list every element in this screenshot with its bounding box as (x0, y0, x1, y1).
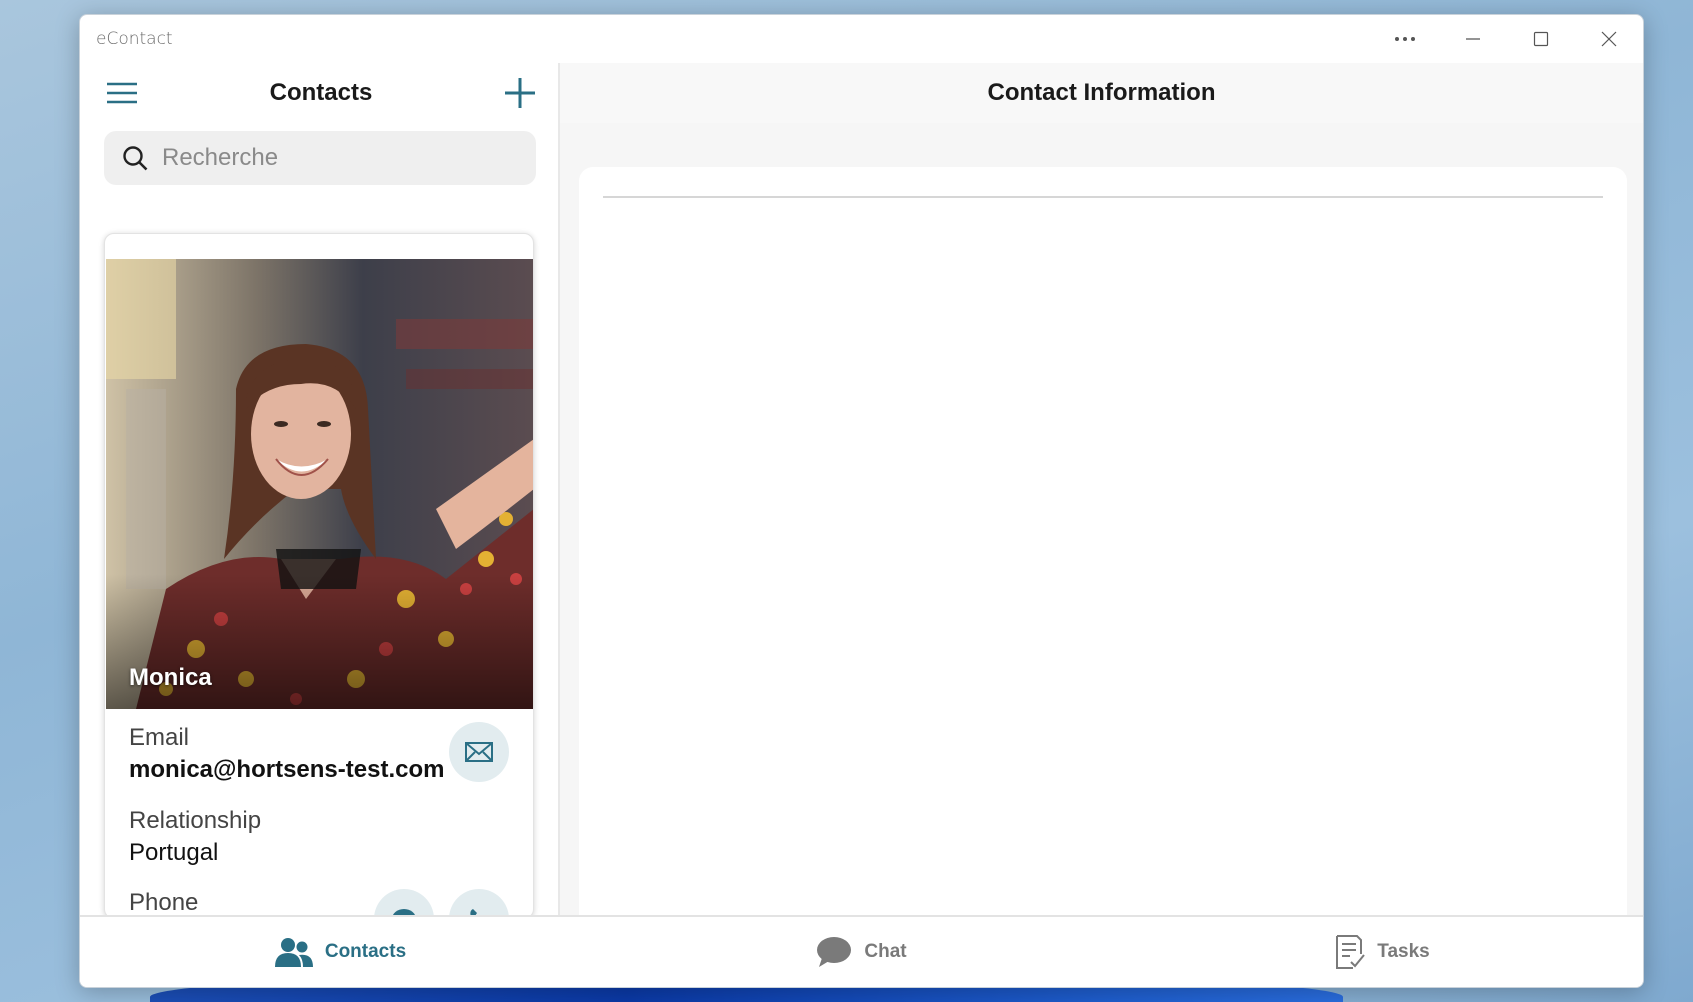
minimize-button[interactable] (1439, 15, 1507, 63)
maximize-button[interactable] (1507, 15, 1575, 63)
contact-card[interactable]: Monica Email monica@hortsens-test.com Re… (104, 233, 534, 919)
email-field: Email monica@hortsens-test.com (129, 724, 444, 784)
close-button[interactable] (1575, 15, 1643, 63)
contacts-title: Contacts (269, 79, 373, 106)
contact-name: Monica (129, 664, 212, 691)
contacts-header: Contacts (80, 63, 558, 123)
tab-chat-label: Chat (864, 941, 907, 962)
tab-tasks[interactable]: Tasks (1122, 917, 1643, 987)
mail-icon (465, 742, 493, 762)
more-options-button[interactable] (1371, 15, 1439, 63)
tab-tasks-label: Tasks (1377, 941, 1430, 962)
minimize-icon (1466, 38, 1480, 40)
relationship-field: Relationship Portugal (129, 807, 261, 867)
add-contact-button[interactable] (502, 75, 538, 111)
send-email-button[interactable] (449, 722, 509, 782)
ellipsis-icon (1395, 37, 1415, 41)
menu-button[interactable] (104, 75, 140, 111)
maximize-icon (1533, 31, 1549, 47)
search-input[interactable] (162, 144, 502, 172)
relationship-value: Portugal (129, 839, 219, 866)
tab-chat[interactable]: Chat (601, 917, 1122, 987)
chat-icon (817, 937, 852, 967)
info-divider (603, 196, 1603, 198)
search-icon (123, 146, 148, 171)
phone-field: Phone (129, 889, 198, 917)
email-label: Email (129, 724, 190, 751)
people-icon (274, 938, 313, 967)
bottom-navigation: Contacts Chat Tasks (80, 915, 1643, 987)
tab-contacts[interactable]: Contacts (80, 917, 601, 987)
relationship-label: Relationship (129, 807, 262, 834)
title-bar: eContact (80, 15, 1643, 63)
contact-info-pane: Contact Information (560, 63, 1643, 915)
tasks-icon (1336, 935, 1366, 969)
plus-icon (505, 78, 535, 108)
contact-info-panel (579, 167, 1627, 915)
phone-label: Phone (129, 889, 199, 916)
close-icon (1601, 31, 1617, 47)
app-title: eContact (96, 29, 173, 49)
contact-photo: Monica (106, 259, 533, 709)
portrait-image (106, 259, 533, 709)
hamburger-icon (107, 82, 137, 104)
app-window: eContact Contacts Recherche Monica Email… (79, 14, 1644, 988)
contacts-pane: Contacts Recherche Monica Email monica@h… (80, 63, 558, 919)
contact-info-title: Contact Information (987, 79, 1216, 106)
contact-info-header: Contact Information (560, 63, 1643, 123)
search-box (104, 131, 536, 185)
email-value: monica@hortsens-test.com (129, 756, 445, 783)
window-controls (1371, 15, 1643, 63)
tab-contacts-label: Contacts (324, 941, 407, 962)
